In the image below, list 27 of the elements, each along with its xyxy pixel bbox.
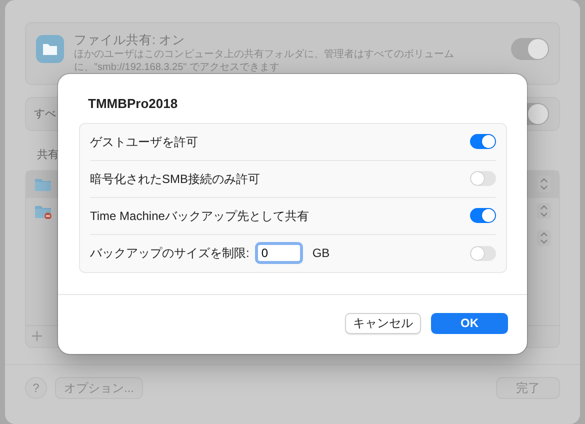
section-label: 共有 <box>37 148 60 163</box>
option-label: ゲストユーザを許可 <box>90 134 198 150</box>
help-button[interactable]: ? <box>25 376 47 398</box>
option-label: 暗号化されたSMB接続のみ許可 <box>90 170 260 188</box>
ok-button[interactable]: OK <box>431 313 508 334</box>
stepper-icon[interactable] <box>537 203 551 219</box>
options-button[interactable]: オプション... <box>55 376 144 398</box>
folder-icon <box>34 176 52 192</box>
done-button[interactable]: 完了 <box>496 376 560 398</box>
size-field[interactable]: 0 <box>255 242 304 264</box>
option-label: Time Machineバックアップ先として共有 <box>90 208 309 224</box>
option-label: バックアップのサイズを制限: <box>90 245 250 262</box>
toggle-switch[interactable] <box>470 171 496 186</box>
dialog-title: TMMBPro2018 <box>88 95 179 113</box>
folder-icon <box>36 35 64 63</box>
setting-title: ファイル共有: オン <box>74 32 186 48</box>
add-icon[interactable] <box>32 331 42 341</box>
toggle-switch[interactable] <box>470 134 496 149</box>
toggle-switch[interactable] <box>511 38 549 60</box>
setting-label: すべ <box>34 106 56 122</box>
toggle-switch[interactable] <box>470 208 496 223</box>
restricted-folder-icon <box>34 204 52 218</box>
toggle-switch[interactable] <box>470 246 496 260</box>
setting-description: ほかのユーザはこのコンピュータ上の共有フォルダに、管理者はすべてのボリュームに、"smb://192.168.3.25" でアクセスできます <box>74 48 455 74</box>
unit-label: GB <box>312 245 330 262</box>
cancel-button[interactable]: キャンセル <box>345 313 421 334</box>
stepper-icon[interactable] <box>537 230 551 246</box>
